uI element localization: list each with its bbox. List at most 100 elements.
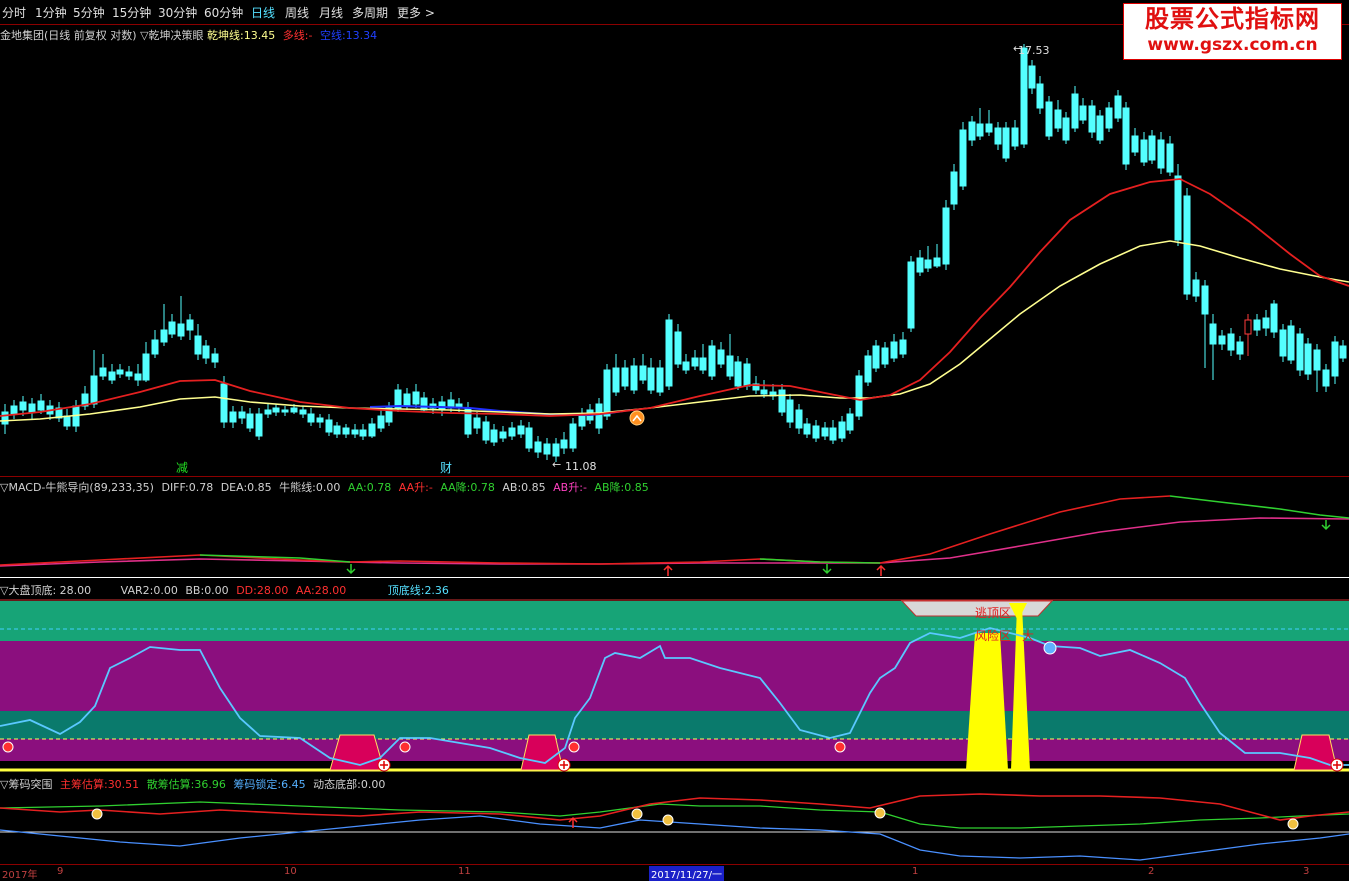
period-daily[interactable]: 日线	[251, 4, 275, 21]
candle-body	[186, 319, 194, 331]
macd-ab-up-label: AB升:	[553, 481, 583, 494]
candle-body	[272, 407, 280, 413]
candle-body	[220, 383, 228, 423]
candle-body	[1244, 319, 1252, 335]
candle-body	[1313, 349, 1321, 371]
candle-body	[281, 409, 289, 413]
period-1min[interactable]: 1分钟	[35, 4, 67, 21]
date-label: 2	[1148, 866, 1155, 877]
candle-body	[682, 361, 690, 371]
sell-ball-icon	[399, 741, 411, 753]
candle-body	[795, 409, 803, 429]
dapan-title-text[interactable]: ▽大盘顶底	[0, 584, 52, 597]
candle-body	[1304, 343, 1312, 375]
candle-body	[1209, 323, 1217, 345]
macd-dea-label: DEA:	[220, 481, 248, 494]
candle-body	[499, 431, 507, 439]
candle-body	[855, 375, 863, 417]
period-fenshi[interactable]: 分时	[2, 4, 26, 21]
period-multi[interactable]: 多周期	[352, 4, 388, 21]
candle-body	[846, 413, 854, 431]
candle-body	[368, 423, 376, 437]
candle-body	[325, 419, 333, 433]
candle-body	[316, 417, 324, 423]
candle-body	[202, 345, 210, 359]
candle-body	[63, 415, 71, 427]
macd-ab-up-value: -	[582, 481, 587, 494]
candle-body	[760, 389, 768, 395]
date-label: 2017年	[2, 870, 38, 881]
period-weekly[interactable]: 周线	[285, 4, 309, 21]
date-label: 9	[57, 866, 64, 877]
candle-body	[90, 375, 98, 405]
candle-body	[1174, 175, 1182, 241]
tag-big: 大	[1022, 629, 1034, 643]
period-60min[interactable]: 60分钟	[204, 4, 243, 21]
high-arrow-icon: ←	[1013, 42, 1022, 55]
period-5min[interactable]: 5分钟	[73, 4, 105, 21]
candle-body	[1036, 83, 1044, 109]
candle-body	[924, 259, 932, 269]
candle-body	[1157, 139, 1165, 169]
period-30min[interactable]: 30分钟	[158, 4, 197, 21]
candle-body	[1253, 319, 1261, 331]
ma-yellow-line	[0, 240, 1349, 422]
macd-aa-down-label: AA降:	[440, 481, 471, 494]
candle-body	[37, 400, 45, 411]
macd-ab-label: AB:	[502, 481, 522, 494]
candle-body	[743, 363, 751, 387]
candle-body	[552, 443, 560, 457]
candle-body	[1218, 335, 1226, 345]
candle-body	[1279, 329, 1287, 357]
candle-body	[708, 345, 716, 377]
dapan-aa-value: 28.00	[314, 584, 347, 597]
band-purple	[0, 641, 1349, 711]
macd-niu-label: 牛熊线:	[279, 481, 316, 494]
candle-body	[976, 123, 984, 137]
candlestick-chart[interactable]: 17.53 ← 11.08 ← 减 财	[0, 24, 1349, 476]
money-bag-icon	[1287, 818, 1299, 830]
bottom-trapezoid	[520, 734, 564, 771]
period-more[interactable]: 更多 >	[397, 4, 435, 21]
down-arrow-icon	[346, 564, 356, 575]
dapan-bb-value: 0.00	[204, 584, 229, 597]
candle-body	[508, 427, 516, 437]
macd-diff-value: 0.78	[188, 481, 214, 494]
candle-body	[656, 367, 664, 393]
candle-body	[1270, 303, 1278, 333]
candle-body	[734, 361, 742, 387]
period-15min[interactable]: 15分钟	[112, 4, 151, 21]
candle-body	[229, 411, 237, 423]
candle-body	[160, 329, 168, 343]
zhu-line	[0, 793, 1349, 821]
candle-body	[1339, 345, 1347, 359]
candle-body	[28, 403, 36, 413]
candle-body	[342, 427, 350, 435]
candle-body	[1166, 143, 1174, 173]
candle-body	[1002, 127, 1010, 159]
candle-body	[307, 413, 315, 423]
candle-body	[899, 339, 907, 355]
candle-body	[1088, 105, 1096, 133]
candle-body	[1, 411, 9, 425]
candle-body	[1287, 325, 1295, 361]
dapan-chart[interactable]: 逃顶区 风险区 大	[0, 598, 1349, 774]
candle-body	[1131, 135, 1139, 153]
date-axis: 2017年 9 10 11 1 2 3 2017/11/27/一	[0, 864, 1349, 881]
candle-body	[151, 339, 159, 355]
candle-body	[560, 439, 568, 449]
macd-panel-title: ▽MACD-牛熊导向(89,233,35) DIFF:0.78 DEA:0.85…	[0, 479, 649, 495]
candle-body	[290, 407, 298, 413]
period-monthly[interactable]: 月线	[319, 4, 343, 21]
candle-body	[412, 391, 420, 405]
sell-ball-icon	[2, 741, 14, 753]
candle-body	[621, 367, 629, 387]
candle-body	[1122, 107, 1130, 165]
candle-body	[490, 429, 498, 443]
money-bag-icon	[91, 808, 103, 820]
money-bag-icon	[874, 807, 886, 819]
chouma-chart[interactable]	[0, 790, 1349, 864]
macd-title-text[interactable]: ▽MACD-牛熊导向(89,233,35)	[0, 481, 154, 494]
macd-chart[interactable]	[0, 494, 1349, 578]
plus-circle-icon	[377, 758, 391, 772]
